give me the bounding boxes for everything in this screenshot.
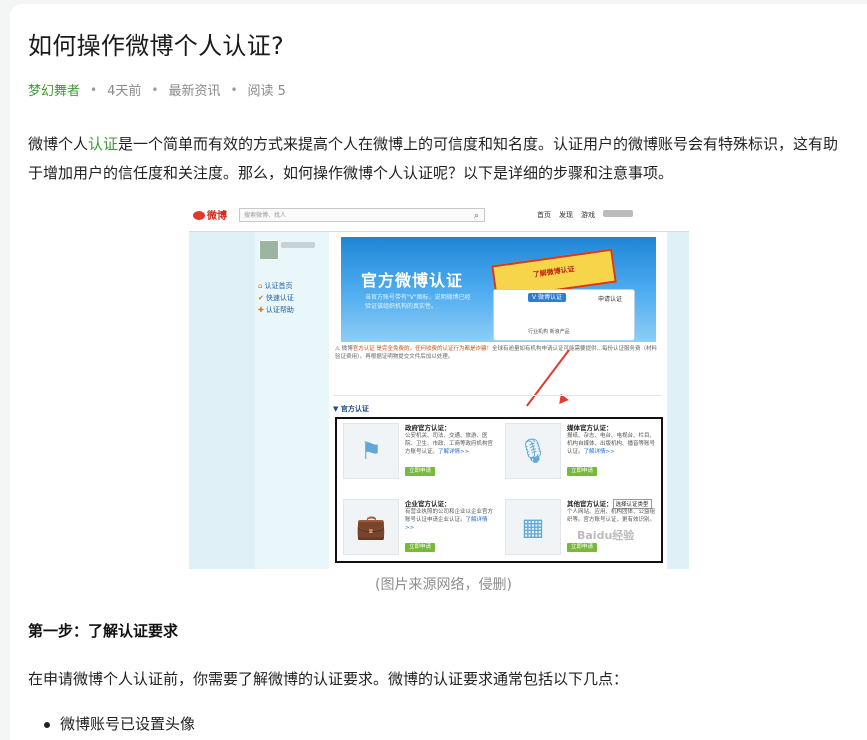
left-menu-item: ⌂ 认证首页 (258, 282, 293, 290)
nav-games: 游戏 (581, 211, 595, 219)
chevron-icon: ▼ (333, 405, 341, 413)
category-tile: 🎙 (505, 423, 561, 479)
category-tile: 💼 (343, 499, 399, 555)
weibo-top-nav: 首页 发现 游戏 (537, 210, 633, 220)
verify-popup-button: V 微博认证 (528, 293, 566, 302)
section-divider (333, 395, 661, 396)
apply-button: 立即申请 (567, 467, 597, 476)
left-menu-item: ✚ 认证帮助 (258, 306, 294, 314)
weibo-left-column: ⌂ 认证首页 ✔ 快速认证 ✚ 认证帮助 (255, 232, 329, 569)
weibo-logo: 微博 (193, 207, 227, 222)
help-icon: ✚ (258, 306, 264, 314)
category-card: ⚑ 政府官方认证： 公安机关、司法、交通、旅游、医院、卫生、市政、工商等政府机构… (339, 419, 495, 487)
apply-button: 立即申请 (567, 543, 597, 552)
apply-button: 立即申请 (405, 467, 435, 476)
article-title: 如何操作微博个人认证? (28, 32, 285, 60)
category-tile: ⚑ (343, 423, 399, 479)
category-link[interactable]: 最新资讯 (168, 80, 220, 99)
nav-home: 首页 (537, 211, 551, 219)
meta-separator: • (90, 82, 98, 97)
category-card: 💼 企业官方认证： 有营业执照的公司和企业以企业官方账号认证申请企业认证。了解详… (339, 495, 495, 563)
step1-heading: 第一步：了解认证要求 (28, 622, 179, 640)
left-menu: ⌂ 认证首页 ✔ 快速认证 ✚ 认证帮助 (258, 280, 294, 316)
article-meta: 梦幻舞者 • 4天前 • 最新资讯 • 阅读 5 (28, 80, 286, 100)
author-link[interactable]: 梦幻舞者 (28, 80, 80, 99)
verify-popup-row: 行业机构 新浪产品 (528, 329, 570, 335)
publish-time: 4天前 (107, 84, 142, 99)
verify-popup-label: 申请认证 (598, 296, 623, 303)
intro-text-start: 微博个人 (28, 135, 89, 153)
watermark: Baidu经验 (577, 529, 635, 542)
weibo-eye-icon (193, 211, 205, 220)
check-icon: ✔ (258, 294, 264, 302)
keyword-link[interactable]: 认证 (88, 135, 118, 153)
nav-discover: 发现 (559, 211, 573, 219)
intro-text-rest: 是一个简单而有效的方式来提高个人在微博上的可信度和知名度。认证用户的微博账号会有… (28, 135, 839, 182)
banner-subtitle: 当官方账号带有"V"图标，说明微博已经验证该组织机构的真实性。 (365, 294, 471, 310)
verification-banner: 官方微博认证 当官方账号带有"V"图标，说明微博已经验证该组织机构的真实性。 了… (341, 237, 656, 342)
section-heading: ▼ 官方认证 (333, 405, 369, 413)
banner-title: 官方微博认证 (361, 271, 464, 290)
step1-paragraph: 在申请微博个人认证前，你需要了解微博的认证要求。微博的认证要求通常包括以下几点： (28, 670, 629, 688)
warning-notice: ⚠ 微博官方认证 是完全免费的，任何收费的认证行为都是诈骗！全球有逾量如有机构申… (335, 346, 657, 360)
meta-separator: • (230, 82, 238, 97)
list-item: 微博账号已设置头像 (28, 712, 195, 736)
article-card: 如何操作微博个人认证? 梦幻舞者 • 4天前 • 最新资讯 • 阅读 5 微博个… (10, 4, 867, 740)
read-count: 阅读 5 (247, 84, 286, 99)
image-caption: (图片来源网络，侵删) (375, 577, 512, 593)
blurred-name (281, 242, 315, 248)
grid-icon: ▦ (521, 513, 545, 541)
home-icon: ⌂ (258, 282, 263, 290)
flag-icon: ⚑ (360, 437, 382, 465)
intro-paragraph: 微博个人认证是一个简单而有效的方式来提高个人在微博上的可信度和知名度。认证用户的… (28, 130, 848, 188)
requirements-list: 微博账号已设置头像 (28, 712, 195, 736)
briefcase-icon: 💼 (356, 513, 386, 541)
warning-icon: ⚠ (335, 346, 340, 352)
microphone-icon: 🎙 (518, 437, 549, 465)
weibo-search-box: 搜索微博、找人 ⌕ (239, 208, 485, 222)
article-image: 微博 搜索微博、找人 ⌕ 首页 发现 游戏 ⌂ 认证首页 ✔ 快速认证 ✚ 认证帮助 官… (189, 199, 689, 569)
apply-button: 立即申请 (405, 543, 435, 552)
weibo-topbar: 微博 搜索微博、找人 ⌕ 首页 发现 游戏 (189, 199, 689, 232)
meta-separator: • (151, 82, 159, 97)
left-menu-item: ✔ 快速认证 (258, 294, 294, 302)
category-card: 🎙 媒体官方认证： 报纸、杂志、电台、电视台、栏目、机构自媒体、出版机构、播音等… (501, 419, 657, 487)
blurred-username (603, 210, 633, 217)
verify-popup: V 微博认证 申请认证 行业机构 新浪产品 (493, 289, 635, 341)
category-tile: ▦ (505, 499, 561, 555)
search-icon: ⌕ (473, 211, 479, 221)
avatar (259, 240, 279, 260)
